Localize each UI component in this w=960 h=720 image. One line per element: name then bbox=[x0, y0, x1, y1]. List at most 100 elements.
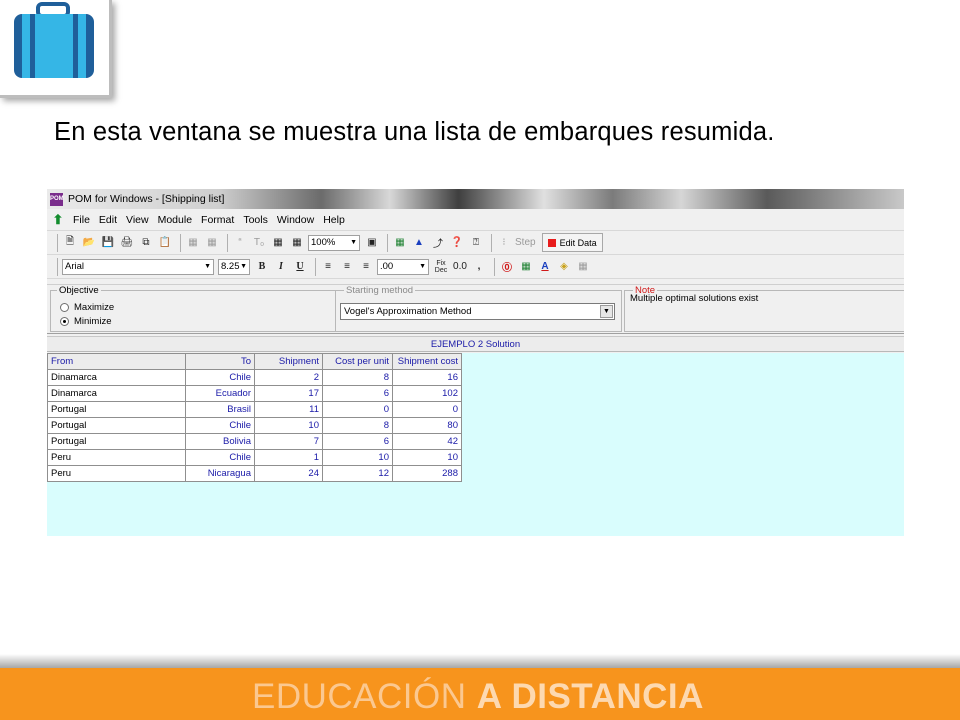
fill-color-icon[interactable]: ◈ bbox=[556, 258, 572, 276]
maximize-radio[interactable] bbox=[60, 303, 69, 312]
menu-window[interactable]: Window bbox=[277, 214, 314, 226]
chevron-down-icon: ▼ bbox=[600, 305, 613, 318]
cell-to[interactable]: Chile bbox=[185, 417, 255, 434]
cell-from[interactable]: Dinamarca bbox=[47, 369, 186, 386]
maximize-option[interactable]: Maximize bbox=[60, 302, 114, 313]
cell-shipment[interactable]: 11 bbox=[254, 401, 323, 418]
menu-format[interactable]: Format bbox=[201, 214, 234, 226]
edit-data-label: Edit Data bbox=[559, 237, 597, 248]
save-icon[interactable]: 💾 bbox=[100, 234, 116, 252]
cell-from[interactable]: Portugal bbox=[47, 401, 186, 418]
new-file-icon[interactable]: 🗎 bbox=[62, 234, 78, 252]
cell-shipment[interactable]: 2 bbox=[254, 369, 323, 386]
up-arrow-icon[interactable]: ⬆ bbox=[51, 212, 65, 228]
copy-icon[interactable]: ⧉ bbox=[138, 234, 154, 252]
cell-from[interactable]: Peru bbox=[47, 465, 186, 482]
paste-icon[interactable]: 📋 bbox=[157, 234, 173, 252]
cell-to[interactable]: Ecuador bbox=[185, 385, 255, 402]
minimize-radio[interactable] bbox=[60, 317, 69, 326]
context-help-icon[interactable]: ❓ bbox=[449, 234, 465, 252]
columns-icon[interactable]: ▦ bbox=[518, 258, 534, 276]
cell-cost-per-unit[interactable]: 12 bbox=[322, 465, 393, 482]
cell-from[interactable]: Dinamarca bbox=[47, 385, 186, 402]
grid-alt-icon[interactable]: ▦ bbox=[289, 234, 305, 252]
print-icon[interactable]: 🖨 bbox=[119, 234, 135, 252]
menu-tools[interactable]: Tools bbox=[243, 214, 268, 226]
align-center-icon[interactable]: ≡ bbox=[339, 258, 355, 276]
grid-icon[interactable]: ▦ bbox=[270, 234, 286, 252]
monitor-icon[interactable]: ▣ bbox=[364, 234, 380, 252]
calculator-icon[interactable]: ▦ bbox=[392, 234, 408, 252]
menu-edit[interactable]: Edit bbox=[99, 214, 117, 226]
comma-format-button[interactable]: , bbox=[471, 258, 487, 276]
underline-button[interactable]: U bbox=[292, 258, 308, 276]
column-header-cost-per-unit[interactable]: Cost per unit bbox=[322, 353, 393, 370]
decimal-format-select[interactable]: .00 ▼ bbox=[377, 258, 429, 275]
help-icon[interactable]: ⍰ bbox=[468, 234, 484, 252]
cell-shipment[interactable]: 10 bbox=[254, 417, 323, 434]
font-color-icon[interactable]: A bbox=[537, 258, 553, 276]
minimize-option[interactable]: Minimize bbox=[60, 316, 111, 327]
cell-to[interactable]: Nicaragua bbox=[185, 465, 255, 482]
font-name-select[interactable]: Arial ▼ bbox=[62, 258, 214, 275]
cell-shipment-cost[interactable]: 16 bbox=[392, 369, 462, 386]
cell-shipment-cost[interactable]: 288 bbox=[392, 465, 462, 482]
menu-module[interactable]: Module bbox=[158, 214, 192, 226]
cell-to[interactable]: Brasil bbox=[185, 401, 255, 418]
menu-view[interactable]: View bbox=[126, 214, 149, 226]
insert-rows-icon[interactable]: ▦ bbox=[185, 234, 201, 252]
cell-shipment[interactable]: 17 bbox=[254, 385, 323, 402]
column-header-shipment-cost[interactable]: Shipment cost bbox=[392, 353, 462, 370]
font-size-select[interactable]: 8.25 ▼ bbox=[218, 258, 250, 275]
cell-cost-per-unit[interactable]: 8 bbox=[322, 369, 393, 386]
cell-from[interactable]: Portugal bbox=[47, 417, 186, 434]
cell-shipment-cost[interactable]: 102 bbox=[392, 385, 462, 402]
insert-columns-icon[interactable]: ▦ bbox=[204, 234, 220, 252]
cell-cost-per-unit[interactable]: 8 bbox=[322, 417, 393, 434]
edit-data-button[interactable]: Edit Data bbox=[541, 233, 603, 252]
zero-circle-icon[interactable]: ⓪ bbox=[499, 258, 515, 276]
step-icon[interactable]: ⁝ bbox=[496, 234, 512, 252]
table-row: Portugal Brasil 11 0 0 bbox=[47, 401, 462, 418]
fix-dec-button[interactable]: Fix Dec bbox=[433, 258, 449, 276]
zero-format-button[interactable]: 0.0 bbox=[452, 258, 468, 276]
bold-button[interactable]: B bbox=[254, 258, 270, 276]
column-header-shipment[interactable]: Shipment bbox=[254, 353, 323, 370]
cell-shipment[interactable]: 24 bbox=[254, 465, 323, 482]
footer-brand-bold: A DISTANCIA bbox=[476, 677, 704, 716]
align-left-icon[interactable]: ≡ bbox=[320, 258, 336, 276]
menu-file[interactable]: File bbox=[73, 214, 90, 226]
text-size-icon[interactable]: T₀ bbox=[251, 234, 267, 252]
quote-icon[interactable]: “ bbox=[232, 234, 248, 252]
column-header-from[interactable]: From bbox=[47, 353, 186, 370]
cell-cost-per-unit[interactable]: 0 bbox=[322, 401, 393, 418]
cell-from[interactable]: Portugal bbox=[47, 433, 186, 450]
cell-cost-per-unit[interactable]: 6 bbox=[322, 433, 393, 450]
standard-toolbar: 🗎 📂 💾 🖨 ⧉ 📋 ▦ ▦ “ T₀ ▦ ▦ 100% ▼ ▣ ▦ ▲ ⤴ ❓… bbox=[47, 231, 904, 255]
cell-cost-per-unit[interactable]: 10 bbox=[322, 449, 393, 466]
step-button[interactable]: Step bbox=[515, 234, 536, 252]
italic-button[interactable]: I bbox=[273, 258, 289, 276]
borders-icon[interactable]: ▦ bbox=[575, 258, 591, 276]
column-header-to[interactable]: To bbox=[185, 353, 255, 370]
zoom-select[interactable]: 100% ▼ bbox=[308, 234, 360, 251]
cell-from[interactable]: Peru bbox=[47, 449, 186, 466]
open-folder-icon[interactable]: 📂 bbox=[81, 234, 97, 252]
align-right-icon[interactable]: ≡ bbox=[358, 258, 374, 276]
cell-shipment-cost[interactable]: 80 bbox=[392, 417, 462, 434]
cell-cost-per-unit[interactable]: 6 bbox=[322, 385, 393, 402]
triangle-icon[interactable]: ▲ bbox=[411, 234, 427, 252]
cell-shipment[interactable]: 1 bbox=[254, 449, 323, 466]
footer-brand: EDUCACIÓN A DISTANCIA bbox=[252, 677, 704, 717]
cell-shipment-cost[interactable]: 0 bbox=[392, 401, 462, 418]
cell-shipment-cost[interactable]: 42 bbox=[392, 433, 462, 450]
menu-help[interactable]: Help bbox=[323, 214, 345, 226]
cell-to[interactable]: Chile bbox=[185, 369, 255, 386]
cell-shipment-cost[interactable]: 10 bbox=[392, 449, 462, 466]
cell-to[interactable]: Chile bbox=[185, 449, 255, 466]
pointer-icon[interactable]: ⤴ bbox=[430, 234, 446, 252]
cell-to[interactable]: Bolivia bbox=[185, 433, 255, 450]
chevron-down-icon: ▼ bbox=[419, 263, 426, 270]
starting-method-select[interactable]: Vogel's Approximation Method ▼ bbox=[340, 303, 615, 320]
cell-shipment[interactable]: 7 bbox=[254, 433, 323, 450]
